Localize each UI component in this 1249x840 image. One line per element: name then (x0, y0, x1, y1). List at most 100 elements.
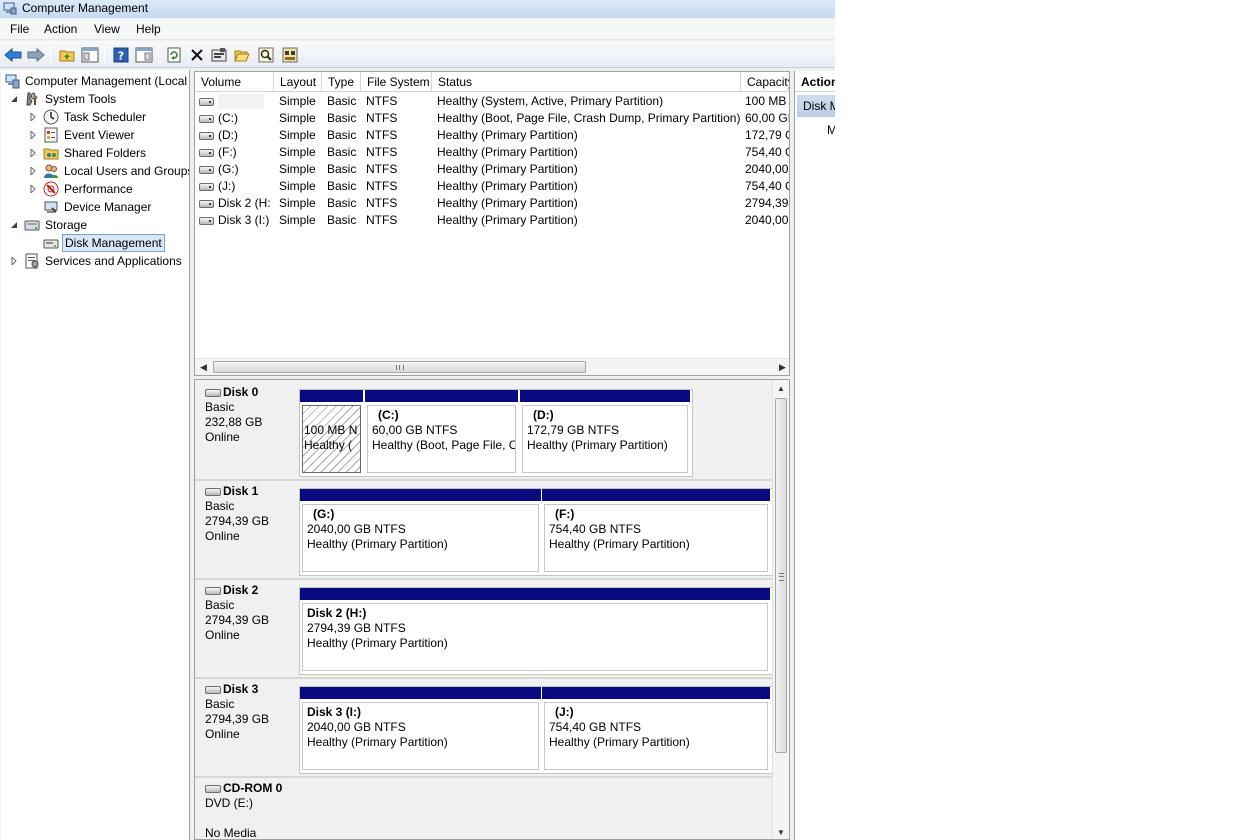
cell-capacity: 2040,00 ( (745, 213, 789, 227)
disk-info[interactable]: CD-ROM 0 DVD (E:) No Media (198, 781, 298, 839)
tree-node-device-manager[interactable]: Device Manager (43, 198, 153, 216)
table-row[interactable]: Disk 3 (I:) Simple Basic NTFS Healthy (Prima… (195, 212, 789, 229)
column-header-volume[interactable]: Volume (195, 72, 274, 92)
scroll-right-icon[interactable]: ▶ (774, 359, 789, 375)
expand-arrow-icon[interactable] (10, 257, 18, 265)
cell-status: Healthy (System, Active, Primary Partiti… (437, 94, 664, 108)
partition[interactable]: Disk 2 (H:) 2794,39 GB NTFS Healthy (Prima… (302, 603, 768, 671)
partition-status: Healthy (Primary Partition) (527, 438, 668, 452)
column-header-capacity[interactable]: Capacity (741, 72, 789, 92)
disk-info[interactable]: Disk 2 Basic 2794,39 GB Online (198, 583, 298, 673)
partition-name: Disk 2 (H:) (307, 606, 367, 620)
column-header-status[interactable]: Status (432, 72, 741, 92)
table-row[interactable]: (J:) Simple Basic NTFS Healthy (Primary Part… (195, 178, 789, 195)
partition-status: Healthy (Primary Partition) (307, 537, 448, 551)
tree-node-task-scheduler[interactable]: Task Scheduler (29, 108, 148, 126)
disk-separator (195, 677, 773, 679)
collapse-arrow-icon[interactable] (10, 221, 18, 229)
tree-node-performance[interactable]: Performance (29, 180, 135, 198)
computer-management-icon (4, 73, 20, 89)
show-hide-action-pane-icon[interactable] (134, 45, 153, 64)
volume-icon (199, 148, 214, 157)
column-header-layout[interactable]: Layout (274, 72, 322, 92)
disk-row[interactable]: CD-ROM 0 DVD (E:) No Media (195, 776, 773, 839)
disk-info[interactable]: Disk 1 Basic 2794,39 GB Online (198, 484, 298, 574)
tree-node-storage[interactable]: Storage (10, 216, 89, 234)
cell-layout: Simple (279, 162, 316, 176)
disk-info[interactable]: Disk 0 Basic 232,88 GB Online (198, 385, 298, 475)
partition[interactable]: Disk 3 (I:) 2040,00 GB NTFS Healthy (Prima… (302, 702, 539, 770)
scroll-down-icon[interactable]: ▼ (773, 824, 789, 839)
refresh-icon[interactable] (164, 45, 183, 64)
horizontal-scrollbar[interactable]: ◀ ▶ (195, 358, 789, 375)
table-row[interactable]: (D:) Simple Basic NTFS Healthy (Primary Part… (195, 127, 789, 144)
expand-arrow-icon[interactable] (29, 185, 37, 193)
table-row[interactable]: (F:) Simple Basic NTFS Healthy (Primary Part… (195, 144, 789, 161)
show-hide-tree-icon[interactable] (80, 45, 99, 64)
table-row[interactable]: Simple Basic NTFS Healthy (System, Active, … (195, 93, 789, 110)
scroll-left-icon[interactable]: ◀ (195, 359, 212, 375)
volume-label: Disk 3 (I:) (218, 213, 270, 227)
disk-info[interactable]: Disk 3 Basic 2794,39 GB Online (198, 682, 298, 772)
properties-icon[interactable] (209, 45, 228, 64)
tree-node-disk-management[interactable]: Disk Management (43, 234, 165, 252)
cell-capacity: 2040,00 ( (745, 162, 789, 176)
menu-view[interactable]: View (94, 22, 120, 37)
partition-size: 2040,00 GB NTFS (307, 522, 406, 536)
expand-arrow-icon[interactable] (29, 131, 37, 139)
partition[interactable]: (G:) 2040,00 GB NTFS Healthy (Primary Part… (302, 504, 539, 572)
tree-node-shared-folders[interactable]: Shared Folders (29, 144, 148, 162)
partition[interactable]: 100 MB N Healthy ( (302, 405, 361, 473)
disk-row[interactable]: Disk 3 Basic 2794,39 GB Online Disk 3 (I:) 20… (195, 677, 773, 774)
tree-node-computer-management[interactable]: Computer Management (Local (4, 72, 189, 90)
volume-icon (199, 97, 214, 106)
more-actions-link[interactable]: More Actions (827, 122, 835, 138)
up-folder-icon[interactable] (57, 45, 76, 64)
menu-action[interactable]: Action (44, 22, 77, 37)
scroll-thumb[interactable] (775, 398, 787, 753)
search-icon[interactable] (256, 45, 275, 64)
menu-file[interactable]: File (10, 22, 29, 37)
disk-separator (195, 479, 773, 481)
vertical-scrollbar[interactable]: ▲ ▼ (772, 380, 789, 839)
disk-icon (205, 388, 221, 397)
scroll-up-icon[interactable]: ▲ (773, 380, 789, 397)
tree-node-local-users-groups[interactable]: Local Users and Groups (29, 162, 189, 180)
partition[interactable]: (C:) 60,00 GB NTFS Healthy (Boot, Page Fil… (367, 405, 516, 473)
cell-layout: Simple (279, 111, 316, 125)
tree-label: Services and Applications (45, 254, 182, 268)
disk-row[interactable]: Disk 0 Basic 232,88 GB Online 100 MB N Health… (195, 380, 773, 477)
expand-arrow-icon[interactable] (29, 113, 37, 121)
table-row[interactable]: (G:) Simple Basic NTFS Healthy (Primary Part… (195, 161, 789, 178)
tree-node-services-applications[interactable]: Services and Applications (10, 252, 184, 270)
column-header-type[interactable]: Type (322, 72, 361, 92)
menu-help[interactable]: Help (136, 22, 161, 37)
volume-label: (D:) (218, 128, 238, 142)
back-icon[interactable] (3, 45, 22, 64)
wizard-icon[interactable] (280, 45, 299, 64)
disk-row[interactable]: Disk 1 Basic 2794,39 GB Online (G:) 2040,00 G… (195, 479, 773, 576)
tree-node-event-viewer[interactable]: Event Viewer (29, 126, 136, 144)
forward-icon[interactable] (26, 45, 45, 64)
open-icon[interactable] (232, 45, 251, 64)
expand-arrow-icon[interactable] (29, 149, 37, 157)
table-row[interactable]: Disk 2 (H:) Simple Basic NTFS Healthy (Prima… (195, 195, 789, 212)
collapse-arrow-icon[interactable] (10, 95, 18, 103)
delete-icon[interactable] (187, 45, 206, 64)
cell-layout: Simple (279, 213, 316, 227)
disk-row[interactable]: Disk 2 Basic 2794,39 GB Online Disk 2 (H:) 27… (195, 578, 773, 675)
tree-node-system-tools[interactable]: System Tools (10, 90, 118, 108)
partition[interactable]: (D:) 172,79 GB NTFS Healthy (Primary Parti… (522, 405, 688, 473)
cell-file-system: NTFS (366, 94, 398, 108)
table-row[interactable]: (C:) Simple Basic NTFS Healthy (Boot, Page F… (195, 110, 789, 127)
cell-type: Basic (327, 111, 357, 125)
partition[interactable]: (F:) 754,40 GB NTFS Healthy (Primary Parti… (544, 504, 768, 572)
scroll-thumb[interactable] (213, 361, 586, 373)
help-icon[interactable]: ? (111, 45, 130, 64)
column-header-file-system[interactable]: File System (361, 72, 432, 92)
actions-section-disk-management[interactable]: Disk Management (797, 95, 835, 117)
expand-arrow-icon[interactable] (29, 167, 37, 175)
partition[interactable]: (J:) 754,40 GB NTFS Healthy (Primary Parti… (544, 702, 768, 770)
partition-text: Disk 2 (H:) 2794,39 GB NTFS Healthy (Prima… (307, 606, 448, 651)
